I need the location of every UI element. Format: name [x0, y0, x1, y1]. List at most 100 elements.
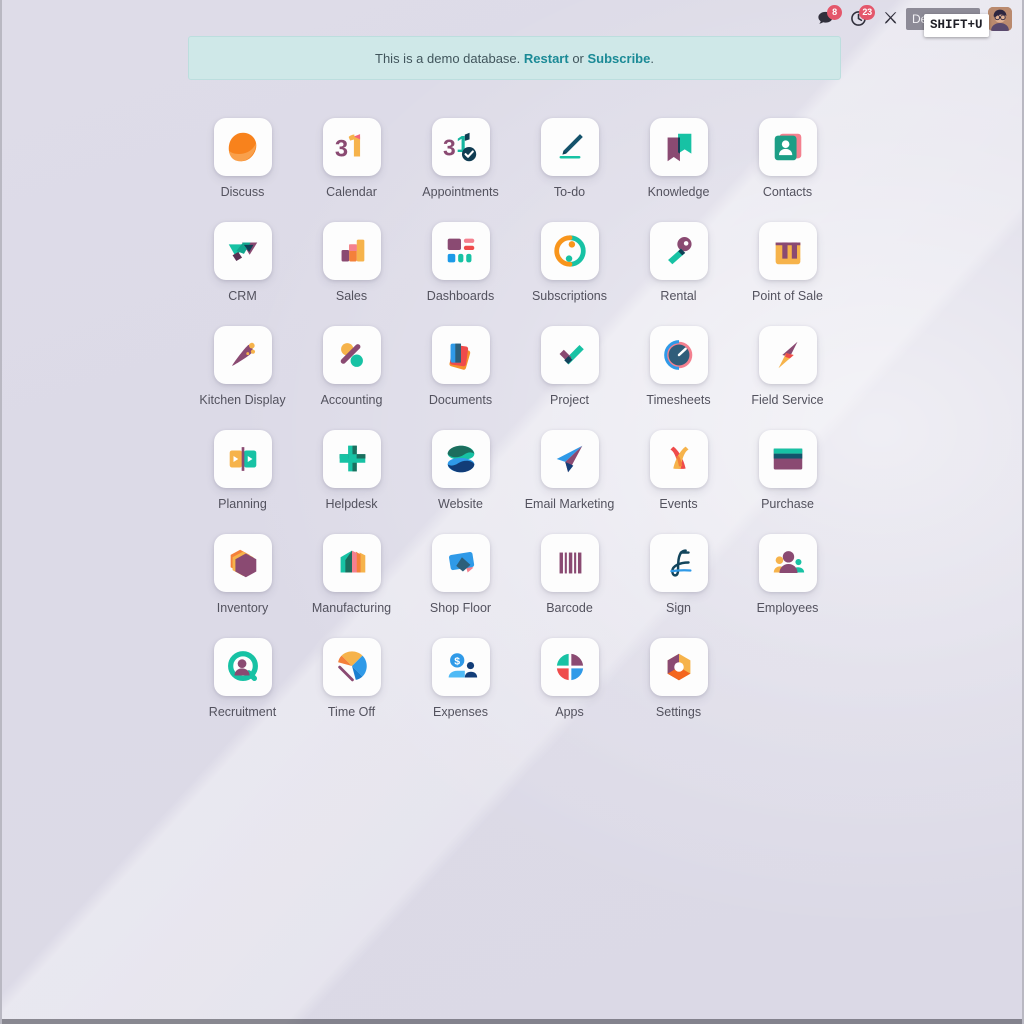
app-label: Sign — [665, 601, 692, 615]
app-label: Email Marketing — [524, 497, 615, 511]
app-field-service[interactable]: Field Service — [733, 326, 842, 407]
app-calendar[interactable]: 3 Calendar — [297, 118, 406, 199]
app-sales[interactable]: Sales — [297, 222, 406, 303]
app-kitchen-display[interactable]: Kitchen Display — [188, 326, 297, 407]
app-tile — [213, 222, 272, 280]
knowledge-icon — [667, 133, 691, 162]
svg-text:$: $ — [454, 657, 460, 668]
app-timesheets[interactable]: Timesheets — [624, 326, 733, 407]
app-label: Website — [438, 497, 483, 511]
events-icon — [669, 446, 688, 469]
app-settings[interactable]: Settings — [624, 638, 733, 719]
restart-link[interactable]: Restart — [524, 51, 569, 66]
app-tile — [431, 326, 490, 384]
rental-icon — [667, 236, 692, 265]
employees-icon — [773, 551, 804, 573]
app-expenses[interactable]: $ Expenses — [406, 638, 515, 719]
app-label: Events — [659, 497, 698, 511]
app-label: Rental — [660, 289, 697, 303]
app-employees[interactable]: Employees — [733, 534, 842, 615]
app-label: Employees — [756, 601, 819, 615]
app-discuss[interactable]: Discuss — [188, 118, 297, 199]
app-label: Manufacturing — [311, 601, 392, 615]
developer-tools-button[interactable] — [875, 5, 906, 33]
app-label: To-do — [553, 185, 586, 199]
app-label: Subscriptions — [531, 289, 608, 303]
app-apps[interactable]: Apps — [515, 638, 624, 719]
app-tile — [540, 222, 599, 280]
app-label: Documents — [428, 393, 493, 407]
subscribe-link[interactable]: Subscribe — [588, 51, 651, 66]
app-rental[interactable]: Rental — [624, 222, 733, 303]
app-tile — [758, 326, 817, 384]
tools-icon — [884, 12, 897, 24]
app-time-off[interactable]: Time Off — [297, 638, 406, 719]
project-icon — [559, 345, 584, 365]
app-point-of-sale[interactable]: Point of Sale — [733, 222, 842, 303]
app-appointments[interactable]: 3 1 Appointments — [406, 118, 515, 199]
app-label: Knowledge — [647, 185, 710, 199]
app-documents[interactable]: Documents — [406, 326, 515, 407]
app-dashboards[interactable]: Dashboards — [406, 222, 515, 303]
app-events[interactable]: Events — [624, 430, 733, 511]
app-tile — [540, 118, 599, 176]
time-off-icon — [337, 651, 367, 682]
expenses-icon: $ — [448, 653, 477, 678]
planning-icon — [229, 447, 256, 471]
helpdesk-icon — [339, 445, 365, 472]
app-shop-floor[interactable]: Shop Floor — [406, 534, 515, 615]
app-subscriptions[interactable]: Subscriptions — [515, 222, 624, 303]
app-purchase[interactable]: Purchase — [733, 430, 842, 511]
field-service-icon — [778, 341, 797, 369]
app-barcode[interactable]: Barcode — [515, 534, 624, 615]
demo-database-banner: This is a demo database. Restart or Subs… — [188, 36, 841, 80]
app-label: Settings — [655, 705, 702, 719]
activities-button[interactable]: 23 — [842, 4, 875, 33]
app-tile — [431, 430, 490, 488]
app-crm[interactable]: CRM — [188, 222, 297, 303]
app-label: Helpdesk — [325, 497, 378, 511]
app-tile — [322, 638, 381, 696]
app-tile — [213, 430, 272, 488]
calendar-icon: 3 — [334, 134, 360, 163]
app-email-marketing[interactable]: Email Marketing — [515, 430, 624, 511]
app-inventory[interactable]: Inventory — [188, 534, 297, 615]
inventory-icon — [230, 549, 256, 578]
avatar[interactable] — [988, 6, 1012, 31]
app-label: Kitchen Display — [199, 393, 286, 407]
app-recruitment[interactable]: Recruitment — [188, 638, 297, 719]
point-of-sale-icon — [775, 242, 800, 265]
app-planning[interactable]: Planning — [188, 430, 297, 511]
app-tile — [649, 430, 708, 488]
messages-badge: 8 — [827, 4, 842, 20]
manufacturing-icon — [340, 550, 365, 573]
app-label: CRM — [228, 289, 257, 303]
app-website[interactable]: Website — [406, 430, 515, 511]
app-tile — [649, 326, 708, 384]
svg-text:3: 3 — [334, 136, 347, 163]
shop-floor-icon — [448, 552, 474, 573]
app-label: Time Off — [327, 705, 376, 719]
app-manufacturing[interactable]: Manufacturing — [297, 534, 406, 615]
app-tile — [540, 638, 599, 696]
app-helpdesk[interactable]: Helpdesk — [297, 430, 406, 511]
app-knowledge[interactable]: Knowledge — [624, 118, 733, 199]
accounting-icon — [340, 343, 363, 367]
app-accounting[interactable]: Accounting — [297, 326, 406, 407]
app-contacts[interactable]: Contacts — [733, 118, 842, 199]
app-todo[interactable]: To-do — [515, 118, 624, 199]
messages-button[interactable]: 8 — [809, 4, 842, 33]
app-tile — [758, 118, 817, 176]
app-sign[interactable]: Sign — [624, 534, 733, 615]
kitchen-display-icon — [231, 342, 255, 366]
app-project[interactable]: Project — [515, 326, 624, 407]
app-tile: 3 — [322, 118, 381, 176]
app-label: Barcode — [546, 601, 593, 615]
avatar-image — [988, 6, 1012, 31]
app-tile — [758, 534, 817, 592]
app-grid: Discuss 3 Calendar 3 1 Appointments To-d… — [188, 118, 842, 719]
app-tile — [540, 430, 599, 488]
email-marketing-icon — [556, 445, 582, 473]
app-label: Timesheets — [646, 393, 711, 407]
app-tile — [213, 638, 272, 696]
